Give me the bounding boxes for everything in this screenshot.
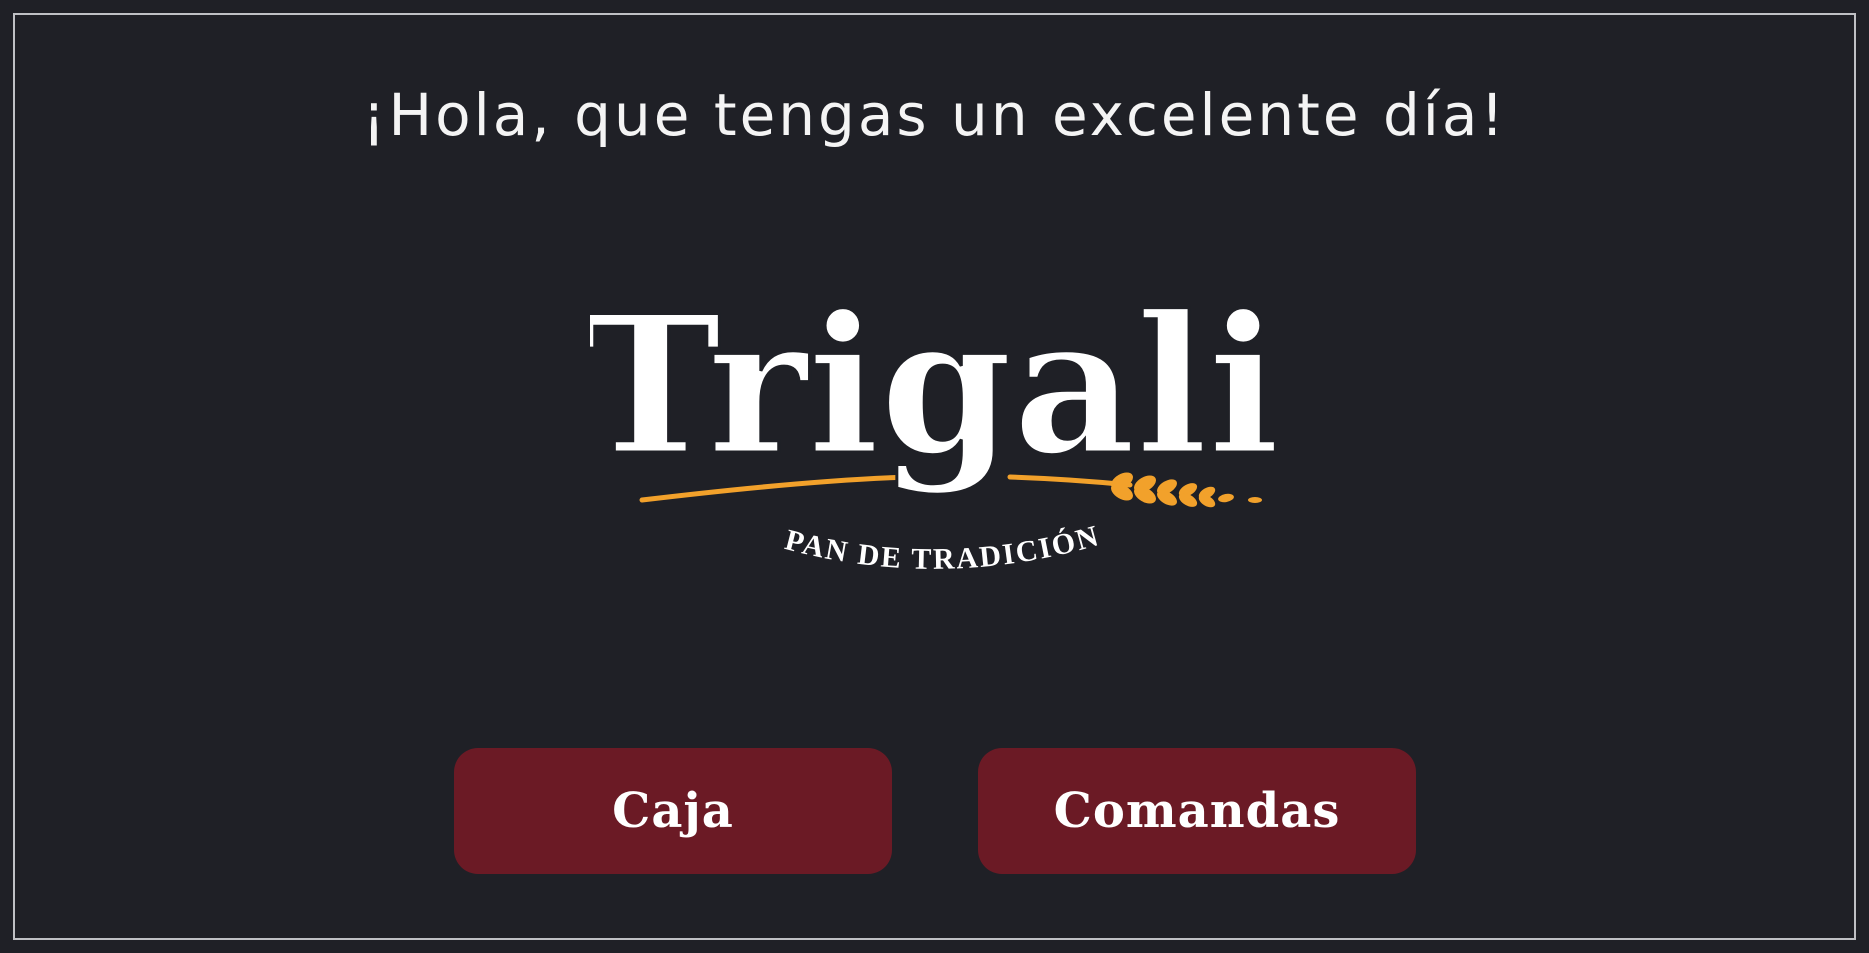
logo-tagline: PAN DE TRADICIÓN xyxy=(782,519,1104,576)
comandas-button[interactable]: Comandas xyxy=(978,748,1416,874)
greeting-text: ¡Hola, que tengas un excelente día! xyxy=(362,81,1507,149)
trigali-logo: Trigali PAN DE TRADICIÓN xyxy=(590,280,1290,610)
home-screen: ¡Hola, que tengas un excelente día! Trig… xyxy=(0,0,1869,953)
logo-wordmark: Trigali xyxy=(590,280,1280,497)
caja-button[interactable]: Caja xyxy=(454,748,892,874)
